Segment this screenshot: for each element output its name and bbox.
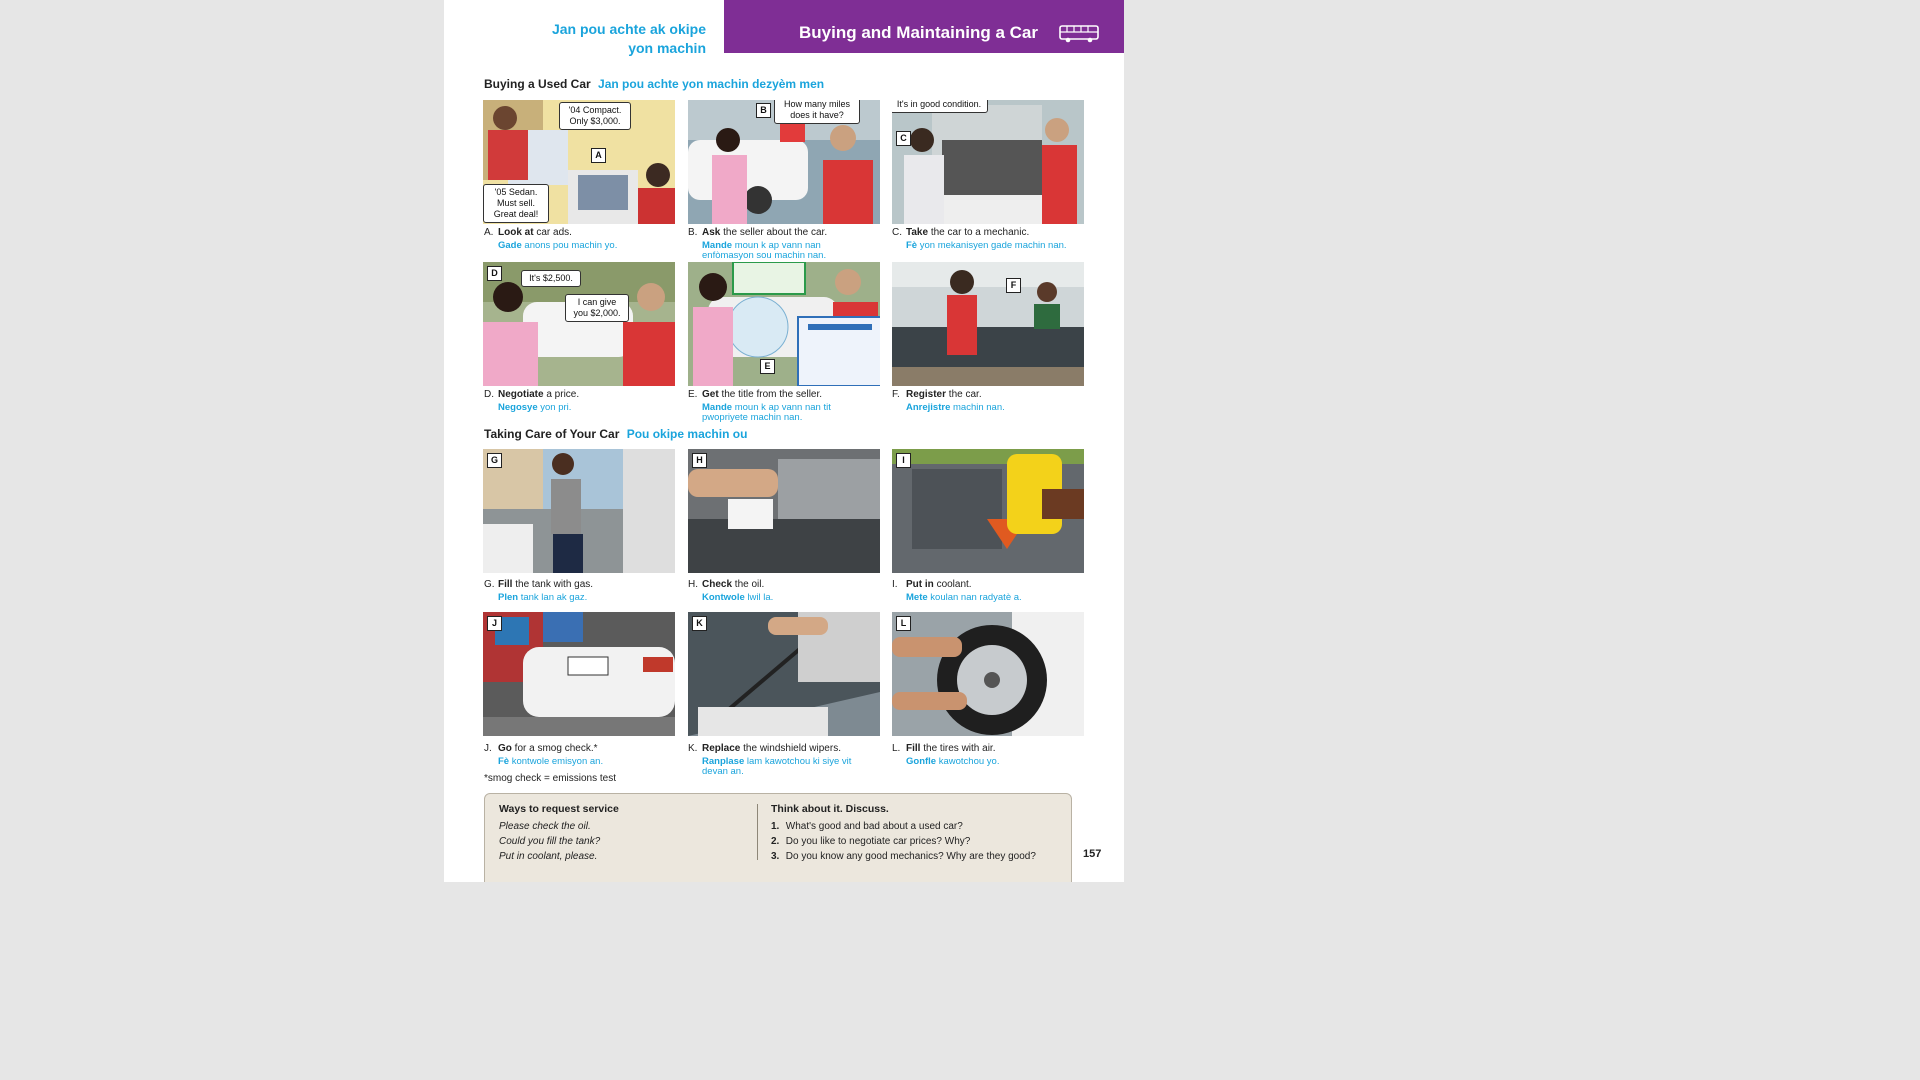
photo-a-looking-at-ads: '04 Compact. Only $3,000. '05 Sedan. Mus… (483, 100, 675, 224)
ways-title: Ways to request service (499, 803, 619, 815)
footnote: *smog check = emissions test (484, 773, 616, 784)
speech-bubble: It's $2,500. (521, 270, 581, 287)
caption-k: K. Replace the windshield wipers. Ranplas… (688, 743, 852, 777)
photo-label-l: L (896, 616, 911, 631)
photo-label-k: K (692, 616, 707, 631)
caption-f: F. Register the car. Anrejistre machin na… (892, 389, 1005, 413)
discussion-question: 3. Do you know any good mechanics? Why a… (771, 851, 1036, 862)
header-band: Buying and Maintaining a Car (724, 0, 1124, 53)
caption-h: H. Check the oil. Kontwole lwil la. (688, 579, 774, 603)
header-haitian-title: Jan pou achte ak okipe yon machin (552, 20, 706, 58)
photo-j-smog: J (483, 612, 675, 736)
speech-bubble: How many miles does it have? (774, 100, 860, 124)
caption-j: J. Go for a smog check.* Fè kontwole emis… (484, 743, 604, 767)
page-number: 157 (1083, 848, 1102, 860)
think-about-it: Think about it. Discuss. 1. What's good … (771, 802, 1036, 864)
photo-label-b: B (756, 103, 771, 118)
caption-d: D. Negotiate a price. Negosye yon pri. (484, 389, 580, 413)
photo-label-d: D (487, 266, 502, 281)
photo-l-tires: L (892, 612, 1084, 736)
header-ht-line-1: Jan pou achte ak okipe (551, 21, 706, 37)
photo-i-coolant: I (892, 449, 1084, 573)
caption-e: E. Get the title from the seller. Mande m… (688, 389, 831, 423)
photo-h-oil: H (688, 449, 880, 573)
photo-f-registering: F (892, 262, 1084, 386)
discussion-box: Ways to request service Please check the… (484, 793, 1072, 882)
photo-b-asking-seller: How many miles does it have? B (688, 100, 880, 224)
speech-bubble: '05 Sedan. Must sell. Great deal! (483, 184, 549, 223)
textbook-page: Jan pou achte ak okipe yon machin Buying… (444, 0, 1124, 882)
photo-label-j: J (487, 616, 502, 631)
bus-icon (1059, 25, 1099, 43)
request-line: Put in coolant, please. (499, 851, 598, 862)
section-title-ht: Jan pou achte yon machin dezyèm men (598, 77, 825, 91)
caption-c: C. Take the car to a mechanic. Fè yon mek… (892, 227, 1067, 251)
photo-c-mechanic: It's in good condition. C (892, 100, 1084, 224)
photo-d-negotiating: It's $2,500. I can give you $2,000. D (483, 262, 675, 386)
request-line: Please check the oil. (499, 821, 591, 832)
speech-bubble: I can give you $2,000. (565, 294, 629, 322)
photo-label-g: G (487, 453, 502, 468)
caption-l: L. Fill the tires with air. Gonfle kawotc… (892, 743, 1000, 767)
photo-label-f: F (1006, 278, 1021, 293)
photo-label-c: C (896, 131, 911, 146)
caption-g: G. Fill the tank with gas. Plen tank lan … (484, 579, 594, 603)
section-title-buying: Buying a Used Car Jan pou achte yon mach… (484, 77, 824, 91)
photo-k-wipers: K (688, 612, 880, 736)
photo-label-a: A (591, 148, 606, 163)
ways-to-request-service: Ways to request service Please check the… (499, 802, 619, 864)
photo-label-i: I (896, 453, 911, 468)
section-title-care: Taking Care of Your Car Pou okipe machin… (484, 427, 747, 441)
photo-e-title: E (688, 262, 880, 386)
section-title-text: Buying a Used Car (484, 77, 591, 91)
photo-label-h: H (692, 453, 707, 468)
page-title: Buying and Maintaining a Car (799, 23, 1038, 42)
section-title-ht: Pou okipe machin ou (626, 427, 748, 441)
speech-bubble: '04 Compact. Only $3,000. (559, 102, 631, 130)
discussion-question: 1. What's good and bad about a used car? (771, 821, 963, 832)
header-ht-line-2: yon machin (628, 40, 706, 56)
request-line: Could you fill the tank? (499, 836, 601, 847)
caption-i: I. Put in coolant. Mete koulan nan radyat… (892, 579, 1022, 603)
discuss-title: Think about it. Discuss. (771, 803, 889, 815)
photo-label-e: E (760, 359, 775, 374)
caption-a: A. Look at car ads. Gade anons pou machin… (484, 227, 618, 251)
photo-g-gas: G (483, 449, 675, 573)
section-title-text: Taking Care of Your Car (484, 427, 620, 441)
caption-b: B. Ask the seller about the car. Mande mo… (688, 227, 828, 261)
discussion-question: 2. Do you like to negotiate car prices? … (771, 836, 971, 847)
speech-bubble: It's in good condition. (892, 100, 988, 113)
box-divider (757, 804, 758, 860)
